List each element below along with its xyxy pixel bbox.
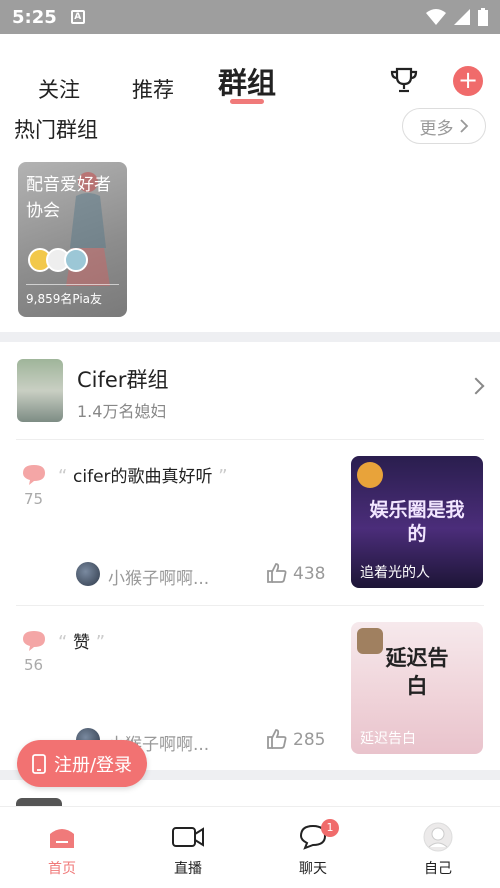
group-header-row[interactable]: Cifer群组 1.4万名媳妇 [0,344,500,439]
thumbnail-caption: 追着光的人 [360,565,430,581]
tab-follow[interactable]: 关注 [38,74,80,104]
more-button[interactable]: 更多 [402,108,486,144]
active-tab-indicator [230,99,264,104]
hot-groups-title: 热门群组 [14,118,98,142]
thumbnail-art-title: 娱乐圈是我的 [369,499,465,545]
nav-home[interactable]: 首页 [22,821,102,878]
group-member-count: 1.4万名媳妇 [77,402,167,421]
nav-chat[interactable]: 1 聊天 [273,819,353,878]
chevron-right-icon [459,119,468,133]
post-text: cifer的歌曲真好听 [73,467,213,487]
nav-live[interactable]: 直播 [148,821,228,878]
chevron-right-icon [467,377,485,395]
member-avatar [64,248,88,272]
post-thumbnail[interactable]: 娱乐圈是我的 追着光的人 [351,456,483,588]
card-title: 配音爱好者协会 [26,175,111,221]
wifi-icon [426,9,446,25]
like-count: 438 [293,564,326,584]
author-avatar[interactable] [76,562,100,586]
tab-recommend[interactable]: 推荐 [132,74,174,104]
tab-groups[interactable]: 群组 [218,60,276,102]
status-bar: 5:25 A [0,0,500,34]
notification-icon: A [70,10,85,24]
group-name: Cifer群组 [77,368,169,392]
nav-label: 首页 [48,861,76,877]
profile-avatar-icon [398,821,478,853]
music-disc-icon [357,628,383,654]
comment-count: 75 [24,490,44,508]
card-divider [26,284,119,285]
top-tabs: 关注 推荐 群组 + [0,50,500,110]
chat-bubble-icon: 1 [273,819,353,853]
music-disc-icon [357,462,383,488]
card-member-avatars [28,248,88,272]
nav-label: 自己 [424,861,452,877]
trophy-icon[interactable] [388,64,420,100]
signal-icon [454,9,470,25]
comment-bubble-icon [23,631,45,651]
more-label: 更多 [419,118,454,139]
post-text-wrap: “ 赞 ” [58,632,106,653]
register-login-label: 注册/登录 [53,754,133,776]
comment-bubble-icon [23,465,45,485]
post-item[interactable]: 75 “ cifer的歌曲真好听 ” 小猴子啊啊... 438 娱乐圈是我的 追… [0,440,500,605]
post-text: 赞 [73,633,91,653]
battery-icon [478,8,488,26]
group-avatar [17,359,63,422]
nav-profile[interactable]: 自己 [398,821,478,878]
status-time: 5:25 [12,6,57,28]
status-icons [426,8,488,26]
chat-unread-badge: 1 [321,819,339,837]
next-group-avatar [16,798,62,806]
add-button[interactable]: + [453,66,483,96]
section-divider [0,332,500,342]
nav-label: 聊天 [299,861,327,877]
like-count: 285 [293,730,326,750]
thumbnail-caption: 延迟告白 [360,731,416,747]
comment-count: 56 [24,656,44,674]
bottom-nav: 首页 直播 1 聊天 自己 [0,806,500,888]
post-author[interactable]: 小猴子啊啊... [108,564,209,589]
nav-label: 直播 [174,861,202,877]
phone-icon [32,753,46,774]
thumbs-up-icon[interactable] [266,562,288,584]
thumbs-up-icon[interactable] [266,728,288,750]
home-icon [22,821,102,853]
post-text-wrap: “ cifer的歌曲真好听 ” [58,466,228,487]
hot-group-card[interactable]: 配音爱好者协会 9,859名Pia友 [18,162,127,317]
post-thumbnail[interactable]: 延迟告白 延迟告白 [351,622,483,754]
live-camera-icon [148,821,228,853]
card-member-count: 9,859名Pia友 [26,292,103,306]
register-login-button[interactable]: 注册/登录 [17,740,147,787]
